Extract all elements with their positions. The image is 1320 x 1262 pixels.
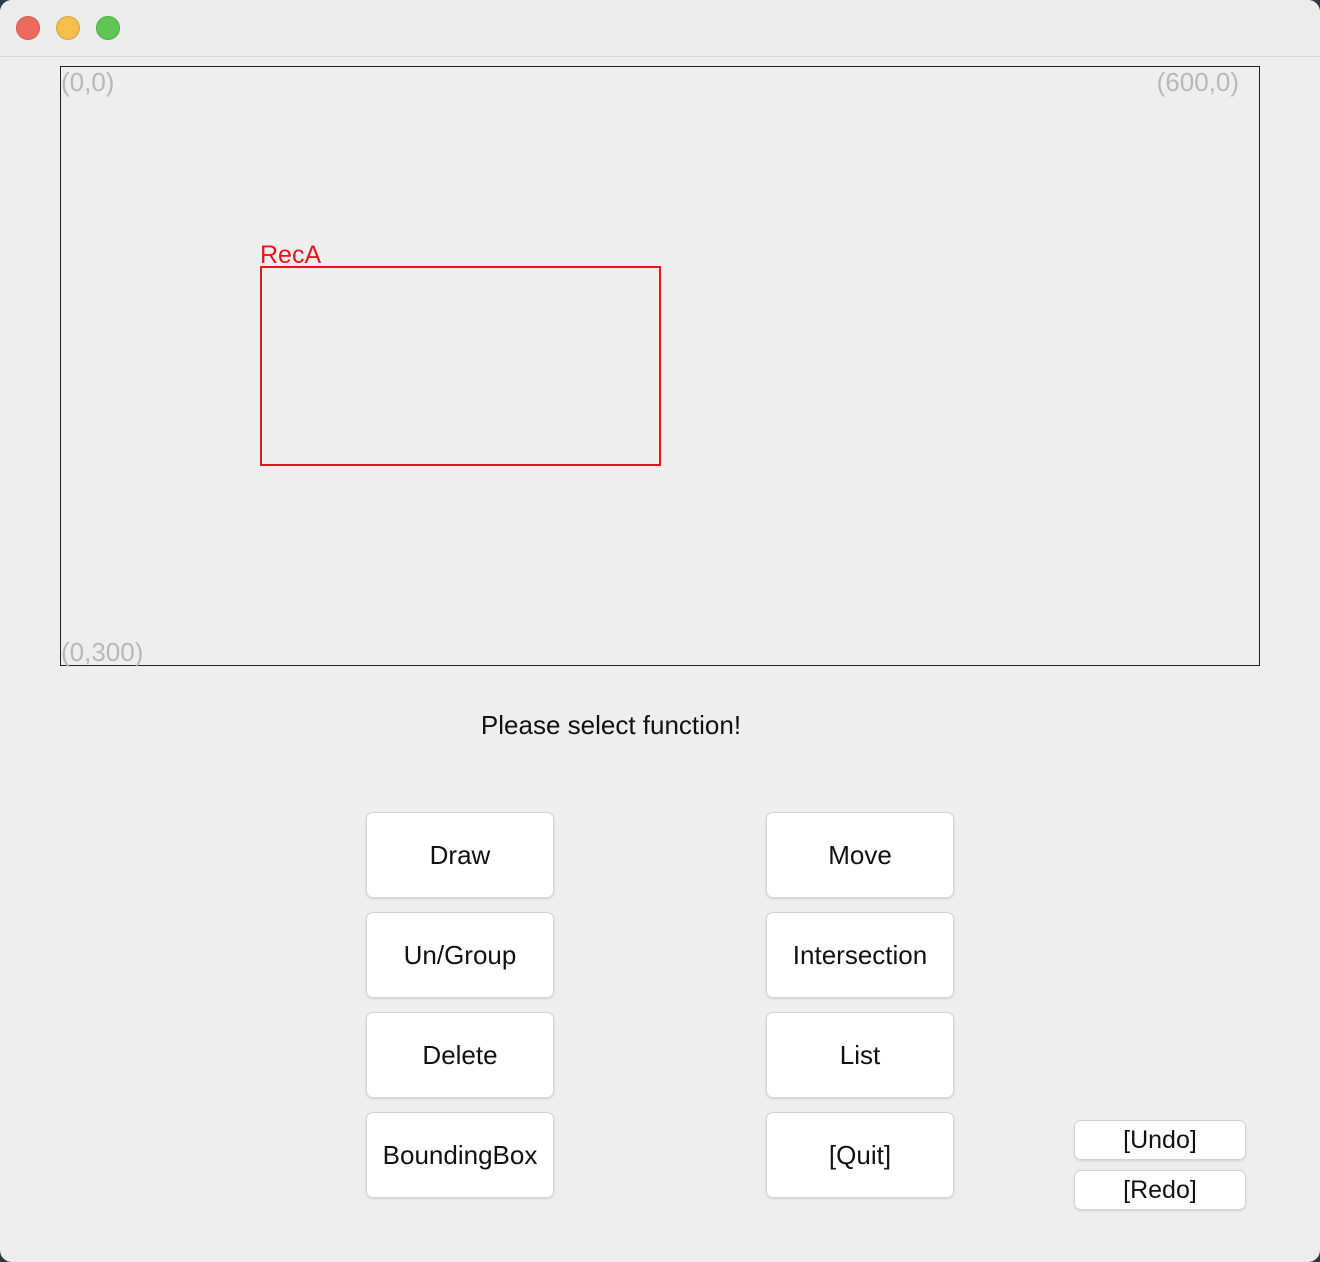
shape-rectangle-reca[interactable] [260,266,661,466]
shape-label-reca: RecA [260,241,322,269]
redo-button[interactable]: [Redo] [1074,1170,1246,1210]
corner-label-bottom-left: (0,300) [61,637,144,667]
ungroup-button[interactable]: Un/Group [366,912,554,998]
draw-button[interactable]: Draw [366,812,554,898]
corner-label-top-right: (600,0) [1156,67,1239,97]
quit-button[interactable]: [Quit] [766,1112,954,1198]
minimize-window-icon[interactable] [56,16,80,40]
list-button[interactable]: List [766,1012,954,1098]
close-window-icon[interactable] [16,16,40,40]
move-button[interactable]: Move [766,812,954,898]
title-bar [0,0,1320,57]
app-window: (0,0) (600,0) (0,300) RecA Please select… [0,0,1320,1262]
corner-label-top-left: (0,0) [61,67,115,97]
intersection-button[interactable]: Intersection [766,912,954,998]
bounding-box-button[interactable]: BoundingBox [366,1112,554,1198]
status-message: Please select function! [480,710,742,740]
drawing-canvas[interactable]: (0,0) (600,0) (0,300) RecA [60,66,1260,666]
delete-button[interactable]: Delete [366,1012,554,1098]
maximize-window-icon[interactable] [96,16,120,40]
undo-button[interactable]: [Undo] [1074,1120,1246,1160]
